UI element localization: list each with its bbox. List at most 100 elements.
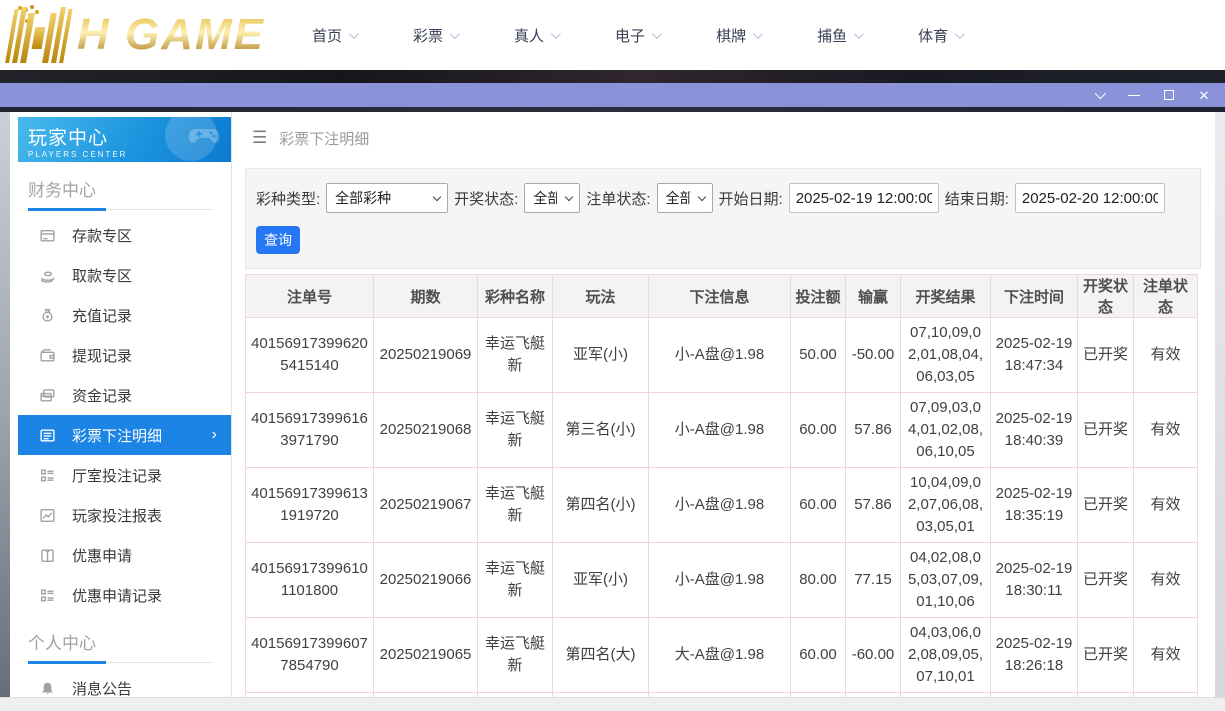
table-cell: 2025-02-19 18:40:39 [991, 393, 1078, 468]
sidebar-item-彩票下注明细[interactable]: 彩票下注明细› [18, 415, 231, 455]
draw-status-label: 开奖状态: [454, 188, 518, 209]
bets-table: 注单号期数彩种名称玩法下注信息投注额输赢开奖结果下注时间开奖状态注单状态 401… [245, 274, 1198, 697]
nav-item-首页[interactable]: 首页 [312, 25, 356, 46]
order-status-label: 注单状态: [586, 188, 650, 209]
sidebar-item-label: 玩家投注报表 [72, 505, 162, 526]
sidebar-item-存款专区[interactable]: 存款专区 [10, 215, 231, 255]
nav-item-体育[interactable]: 体育 [918, 25, 962, 46]
players-center-banner: 玩家中心 PLAYERS CENTER [18, 117, 231, 162]
start-date-label: 开始日期: [719, 188, 783, 209]
sidebar-item-资金记录[interactable]: 资金记录 [10, 375, 231, 415]
sidebar-item-优惠申请记录[interactable]: 优惠申请记录 [10, 575, 231, 615]
table-cell: 20250219065 [374, 618, 478, 693]
table-body: 40156917399620541514020250219069幸运飞艇新亚军(… [246, 318, 1198, 698]
sidebar-item-优惠申请[interactable]: 优惠申请 [10, 535, 231, 575]
sidebar-item-label: 充值记录 [72, 305, 132, 326]
table-cell: 幸运飞艇新 [478, 318, 553, 393]
table-cell: 小-A盘@1.98 [649, 468, 791, 543]
right-window-gutter [1215, 112, 1225, 697]
window-close-button[interactable]: ✕ [1193, 85, 1215, 105]
hall-list-icon [38, 466, 56, 484]
table-cell: -50.00 [846, 318, 901, 393]
order-status-select[interactable]: 全部 [657, 183, 713, 213]
nav-item-棋牌[interactable]: 棋牌 [716, 25, 760, 46]
nav-item-label: 首页 [312, 25, 342, 46]
end-date-label: 结束日期: [945, 188, 1009, 209]
withdraw-hand-icon [38, 266, 56, 284]
table-row: 40156917399620541514020250219069幸运飞艇新亚军(… [246, 318, 1198, 393]
end-date-input[interactable] [1015, 183, 1165, 213]
table-cell: 07,09,03,04,01,02,08,06,10,05 [901, 393, 991, 468]
column-header: 输赢 [846, 275, 901, 318]
table-cell: 已开奖 [1078, 318, 1134, 393]
table-row: 40156917399613191972020250219067幸运飞艇新第四名… [246, 468, 1198, 543]
table-cell: 20250219069 [374, 318, 478, 393]
table-cell: 10,04,09,02,07,06,08,03,05,01 [901, 468, 991, 543]
table-cell: 有效 [1134, 318, 1198, 393]
logo-link[interactable]: H GAME [10, 4, 265, 66]
nav-item-电子[interactable]: 电子 [615, 25, 659, 46]
table-row: 40156917399607785479020250219065幸运飞艇新第四名… [246, 618, 1198, 693]
section-label: 个人中心 [28, 629, 231, 654]
sidebar-item-消息公告[interactable]: 消息公告 [10, 668, 231, 697]
content-toolbar: ☰ 彩票下注明细 [232, 112, 1215, 164]
sidebar-item-厅室投注记录[interactable]: 厅室投注记录 [10, 455, 231, 495]
table-cell [374, 693, 478, 698]
column-header: 彩种名称 [478, 275, 553, 318]
sidebar-item-充值记录[interactable]: 充值记录 [10, 295, 231, 335]
window-dropdown-button[interactable] [1088, 85, 1110, 105]
table-cell: 2025-02-19 18:30:11 [991, 543, 1078, 618]
column-header: 期数 [374, 275, 478, 318]
bell-icon [38, 679, 56, 697]
table-cell: 60.00 [791, 618, 846, 693]
table-cell [901, 693, 991, 698]
query-button[interactable]: 查询 [256, 226, 300, 254]
window-minimize-button[interactable] [1123, 85, 1145, 105]
table-cell: 第三名(小) [553, 393, 649, 468]
table-cell [1134, 693, 1198, 698]
table-cell: 已开奖 [1078, 543, 1134, 618]
table-cell [846, 693, 901, 698]
table-cell [791, 693, 846, 698]
lottery-type-select[interactable]: 全部彩种 [326, 183, 448, 213]
column-header: 开奖状态 [1078, 275, 1134, 318]
sidebar-item-玩家投注报表[interactable]: 玩家投注报表 [10, 495, 231, 535]
chevron-down-icon [854, 29, 864, 39]
draw-status-select[interactable]: 全部 [524, 183, 580, 213]
table-cell: 小-A盘@1.98 [649, 318, 791, 393]
table-cell [991, 693, 1078, 698]
table-cell [649, 693, 791, 698]
table-cell [478, 693, 553, 698]
nav-item-label: 棋牌 [716, 25, 746, 46]
table-cell: 2025-02-19 18:47:34 [991, 318, 1078, 393]
window-maximize-button[interactable] [1158, 85, 1180, 105]
table-cell: 04,02,08,05,03,07,09,01,10,06 [901, 543, 991, 618]
table-cell: 20250219066 [374, 543, 478, 618]
table-cell: 20250219068 [374, 393, 478, 468]
table-row: 40156917399616397179020250219068幸运飞艇新第三名… [246, 393, 1198, 468]
table-row-clipped [246, 693, 1198, 698]
sidebar-item-取款专区[interactable]: 取款专区 [10, 255, 231, 295]
funds-cards-icon [38, 386, 56, 404]
column-header: 注单状态 [1134, 275, 1198, 318]
chevron-down-icon [652, 29, 662, 39]
section-rule [28, 208, 213, 211]
nav-item-label: 体育 [918, 25, 948, 46]
nav-item-彩票[interactable]: 彩票 [413, 25, 457, 46]
nav-item-真人[interactable]: 真人 [514, 25, 558, 46]
sidebar-item-label: 提现记录 [72, 345, 132, 366]
table-header-row: 注单号期数彩种名称玩法下注信息投注额输赢开奖结果下注时间开奖状态注单状态 [246, 275, 1198, 318]
table-cell: 幸运飞艇新 [478, 393, 553, 468]
sidebar-item-提现记录[interactable]: 提现记录 [10, 335, 231, 375]
main-nav: 首页 彩票 真人 电子 棋牌 捕鱼 体育 [312, 0, 962, 70]
nav-item-捕鱼[interactable]: 捕鱼 [817, 25, 861, 46]
table-cell: 20250219067 [374, 468, 478, 543]
main-content: ☰ 彩票下注明细 彩种类型: 全部彩种 开奖状态: 全部 注单状态: 全部 开始… [232, 112, 1215, 697]
sidebar-item-label: 优惠申请记录 [72, 585, 162, 606]
menu-toggle-icon[interactable]: ☰ [252, 128, 267, 148]
bet-list-icon [38, 426, 56, 444]
start-date-input[interactable] [789, 183, 939, 213]
sidebar: 玩家中心 PLAYERS CENTER 财务中心存款专区取款专区充值记录提现记录… [10, 112, 232, 697]
bets-table-wrap: 注单号期数彩种名称玩法下注信息投注额输赢开奖结果下注时间开奖状态注单状态 401… [245, 274, 1197, 697]
table-row: 40156917399610110180020250219066幸运飞艇新亚军(… [246, 543, 1198, 618]
